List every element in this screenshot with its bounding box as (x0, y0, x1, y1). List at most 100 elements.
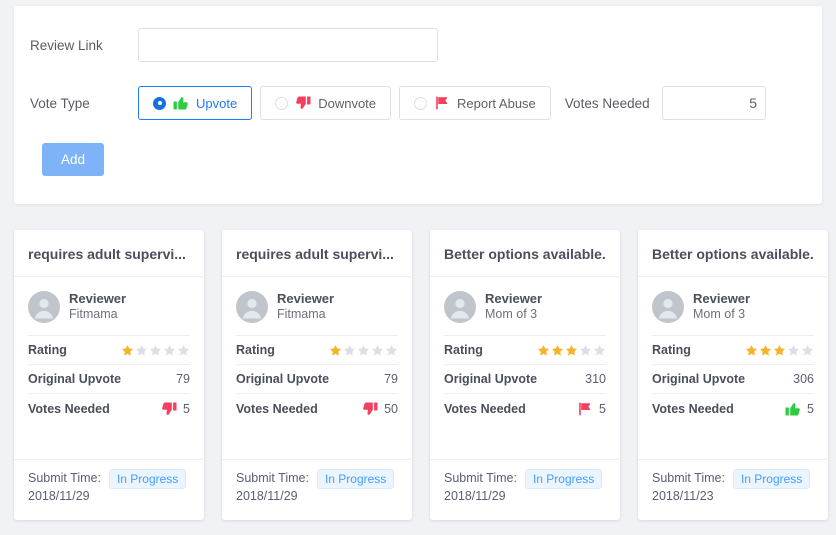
status-badge[interactable]: In Progress (316, 468, 395, 489)
star-empty-icon (371, 344, 384, 356)
star-empty-icon (385, 344, 398, 356)
rating-row: Rating (652, 335, 814, 364)
votes-needed-label: Votes Needed (444, 402, 526, 416)
star-rating (329, 344, 398, 357)
original-upvote-label: Original Upvote (444, 372, 538, 386)
star-rating (537, 344, 606, 357)
rating-row: Rating (236, 335, 398, 364)
status-badge[interactable]: In Progress (524, 468, 603, 489)
review-card: requires adult supervi... Reviewer Fitma… (14, 230, 204, 520)
star-filled-icon (329, 344, 342, 356)
vote-type-label: Vote Type (30, 95, 90, 111)
radio-indicator-report-abuse (414, 96, 428, 110)
rating-label: Rating (444, 343, 483, 357)
votes-needed-count: 5 (183, 402, 190, 416)
reviewer-row: Reviewer Mom of 3 (444, 291, 606, 323)
reviewer-texts: Reviewer Mom of 3 (485, 291, 542, 323)
review-link-input[interactable] (138, 28, 438, 62)
rating-label: Rating (28, 343, 67, 357)
submit-time-block: Submit Time: 2018/11/29 (444, 469, 517, 507)
original-upvote-row: Original Upvote 306 (652, 364, 814, 393)
reviewer-title: Reviewer (693, 291, 751, 307)
votes-needed-label: Votes Needed (28, 402, 110, 416)
reviewer-title: Reviewer (485, 291, 543, 307)
star-empty-icon (801, 344, 814, 356)
card-body: Reviewer Mom of 3 Rating Original Upvote… (430, 277, 620, 459)
original-upvote-row: Original Upvote 79 (236, 364, 398, 393)
rating-value (329, 344, 398, 357)
review-link-label: Review Link (30, 37, 103, 53)
reviewer-name: Mom of 3 (693, 307, 746, 322)
reviewer-title: Reviewer (69, 291, 127, 307)
review-card: Better options available. Reviewer Mom o… (638, 230, 828, 520)
submit-time-value: 2018/11/29 (236, 489, 298, 504)
reviewer-texts: Reviewer Mom of 3 (693, 291, 750, 323)
status-badge[interactable]: In Progress (108, 468, 187, 489)
flag-icon (579, 402, 591, 416)
reviewer-row: Reviewer Fitmama (28, 291, 190, 323)
votes-needed-input[interactable] (662, 87, 765, 119)
card-title: requires adult supervi... (14, 230, 204, 277)
original-upvote-value: 310 (585, 372, 606, 386)
votes-needed-stepper[interactable]: △ ▽ (661, 86, 766, 120)
star-empty-icon (593, 344, 606, 356)
votes-needed-count: 5 (807, 402, 814, 416)
rating-label: Rating (652, 343, 691, 357)
submit-time-value: 2018/11/29 (444, 489, 506, 504)
status-badge[interactable]: In Progress (732, 468, 811, 489)
radio-label-report-abuse: Report Abuse (457, 95, 536, 111)
user-avatar-icon (28, 291, 60, 323)
card-body: Reviewer Fitmama Rating Original Upvote … (222, 277, 412, 459)
rating-label: Rating (236, 343, 275, 357)
submit-time-label: Submit Time: (444, 470, 517, 485)
thumbs-down-icon (363, 402, 378, 415)
card-body: Reviewer Mom of 3 Rating Original Upvote… (638, 277, 828, 459)
reviewer-name: Fitmama (277, 307, 326, 322)
review-card: requires adult supervi... Reviewer Fitma… (222, 230, 412, 520)
thumbs-down-icon (162, 402, 177, 415)
star-rating (745, 344, 814, 357)
submit-time-block: Submit Time: 2018/11/23 (652, 469, 725, 507)
thumbs-down-icon (296, 96, 311, 109)
star-empty-icon (343, 344, 356, 356)
votes-needed-value: 5 (577, 401, 606, 417)
star-empty-icon (149, 344, 162, 356)
radio-option-downvote[interactable]: Downvote (260, 86, 392, 120)
star-filled-icon (773, 344, 786, 356)
review-form-panel: Review Link Vote Type Upvote Downvote Re… (14, 6, 822, 204)
radio-option-report-abuse[interactable]: Report Abuse (399, 86, 551, 120)
votes-needed-row: Votes Needed 50 (236, 393, 398, 424)
thumbs-up-icon (785, 403, 800, 416)
star-empty-icon (135, 344, 148, 356)
original-upvote-value: 79 (176, 372, 190, 386)
star-empty-icon (163, 344, 176, 356)
submit-time-label: Submit Time: (652, 470, 725, 485)
star-filled-icon (551, 344, 564, 356)
rating-value (537, 344, 606, 357)
star-empty-icon (787, 344, 800, 356)
flag-icon (436, 96, 448, 110)
star-empty-icon (357, 344, 370, 356)
card-title: Better options available. (638, 230, 828, 277)
card-title: requires adult supervi... (222, 230, 412, 277)
review-cards-list: requires adult supervi... Reviewer Fitma… (14, 230, 836, 520)
votes-needed-label: Votes Needed (652, 402, 734, 416)
submit-time-label: Submit Time: (236, 470, 309, 485)
radio-label-downvote: Downvote (318, 95, 377, 111)
votes-needed-row: Votes Needed 5 (28, 393, 190, 424)
add-button[interactable]: Add (42, 143, 104, 176)
star-empty-icon (579, 344, 592, 356)
radio-option-upvote[interactable]: Upvote (138, 86, 253, 120)
vote-type-radio-group: Upvote Downvote Report Abuse (138, 86, 551, 120)
reviewer-texts: Reviewer Fitmama (277, 291, 334, 323)
card-title: Better options available. (430, 230, 620, 277)
star-filled-icon (745, 344, 758, 356)
original-upvote-value: 79 (384, 372, 398, 386)
votes-needed-value: 50 (362, 401, 398, 417)
original-upvote-row: Original Upvote 310 (444, 364, 606, 393)
radio-indicator-downvote (275, 96, 289, 110)
submit-time-value: 2018/11/23 (652, 489, 714, 504)
original-upvote-label: Original Upvote (652, 372, 746, 386)
star-rating (121, 344, 190, 357)
rating-value (745, 344, 814, 357)
